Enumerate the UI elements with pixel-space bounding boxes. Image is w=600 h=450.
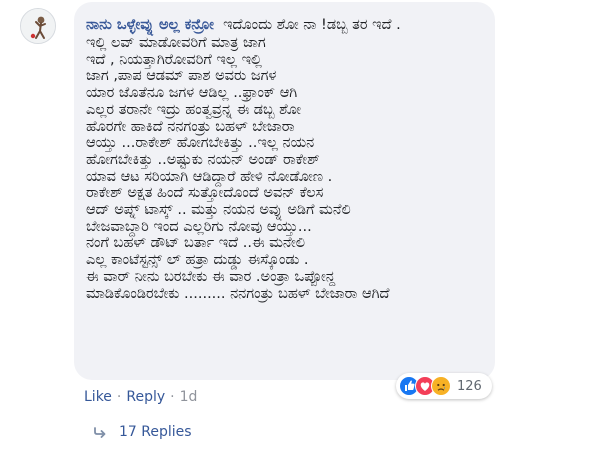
- reply-arrow-icon: [93, 426, 107, 438]
- comment-text-line: ಮಾಡಿಕೊಂಡಿರಬೇಕು ......... ನನಗಂತ್ರು ಬಹಳ್ ಬ…: [86, 285, 390, 302]
- comment-text-line: ಎಲ್ಲ ಕಾಂಟೆಸ್ಟನ್ಸ್ ಲ್ ಹತ್ರಾ ದುಡ್ಡು ಈಸ್ಕೊಂ…: [86, 252, 309, 269]
- comment-first-line: ನಾನು ಒಳ್ಳೇವ್ನು ಅಲ್ಲ ಕನ್ರೋ ಇದೊಂದು ಶೋ ನಾ !…: [86, 14, 487, 35]
- comment-bubble: ನಾನು ಒಳ್ಳೇವ್ನು ಅಲ್ಲ ಕನ್ರೋ ಇದೊಂದು ಶೋ ನಾ !…: [74, 2, 495, 380]
- comment-text-line: ಯಾರ ಜೊತೆನೂ ಜಗಳ ಆಡಿಲ್ಲ ..ಫ್ರಾಂಕ್ ಆಗಿ: [86, 85, 298, 102]
- separator-dot: ·: [116, 389, 122, 405]
- comment-text-line: ಜಾಗ ,ಪಾಪ ಆಡಮ್ ಪಾಶ ಅವರು ಜಗಳ: [86, 68, 277, 85]
- reply-link[interactable]: Reply: [126, 389, 165, 405]
- comment-actions: Like · Reply · 1d: [84, 389, 197, 405]
- comment-text-line: ನಂಗೆ ಬಹಳ್ ಡೌಟ್ ಬರ್ತಾ ಇದೆ ..ಈ ಮನೇಲಿ: [86, 235, 305, 252]
- view-replies-link[interactable]: 17 Replies: [93, 424, 192, 440]
- comment-text-line: ಎಲ್ಲರ ತರಾನೇ ಇದ್ರು ಹಂತ್ವವ್ರನ್ನ ಈ ಡಬ್ಬ ಶೋ: [86, 101, 302, 118]
- comment-text-line: ಇದೊಂದು ಶೋ ನಾ !ಡಬ್ಬ ತರ ಇದೆ .: [223, 17, 401, 33]
- comment-text-line: ರಾಕೇಶ್ ಅಕ್ಷತ ಹಿಂದೆ ಸುತ್ತೋದೊಂದೆ ಅವನ್ ಕೆಲಸ: [86, 185, 324, 202]
- separator-dot: ·: [170, 389, 175, 405]
- comment-text-line: ಇದೆ , ನಿಯತ್ತಾಗಿರೋವರಿಗೆ ಇಲ್ಲ ಇಲ್ಲಿ: [86, 51, 262, 68]
- comment-text-line: ಬೇಜವಾಬ್ದಾರಿ ಇಂದ ಎಲ್ಲರಿಗು ನೋವು ಆಯ್ತು...: [86, 218, 312, 235]
- comment-text-line: ಹೋಗಬೇಕಿತ್ತು ..ಅಷ್ಟುಕು ನಯನ್ ಅಂಡ್ ರಾಕೇಶ್: [86, 151, 320, 168]
- reactions-summary[interactable]: 126: [396, 373, 492, 399]
- avatar-image: [21, 9, 55, 43]
- replies-count-label[interactable]: 17 Replies: [119, 424, 192, 440]
- comment-text-line: ಯಾವ ಆಟ ಸರಿಯಾಗಿ ಆಡಿದ್ದಾರೆ ಹೇಳಿ ನೋಡೋಣ .: [86, 168, 333, 185]
- reaction-count: 126: [457, 378, 482, 394]
- comment-text-line: ಈ ವಾರ್ ನೀನು ಬರಬೇಕು ಈ ವಾರ .ಅಂತ್ರಾ ಒಪ್ಪೋನ್…: [86, 268, 336, 285]
- comment-text-line: ಹೊರಗೇ ಹಾಕಿದೆ ನನಗಂತ್ರು ಬಹಳ್ ಬೇಜಾರಾ: [86, 118, 295, 135]
- sad-icon: [431, 376, 451, 396]
- comment-text-line: ಇಲ್ಲಿ ಲವ್ ಮಾಡೋವರಿಗೆ ಮಾತ್ರ ಜಾಗ: [86, 35, 266, 51]
- comment-timestamp[interactable]: 1d: [180, 389, 198, 405]
- comment-text-line: ಆಯ್ತು ...ರಾಕೇಶ್ ಹೋಗಬೇಕಿತ್ತು ..ಇಲ್ಲ ನಯನ: [86, 135, 315, 152]
- avatar[interactable]: [20, 8, 56, 44]
- comment-text-line: ಆದ್ ಅಪ್ನ್ ಟಾಸ್ಕ್ .. ಮತ್ತು ನಯನ ಅವ್ನು ಅಡಿಗ…: [86, 202, 351, 219]
- like-link[interactable]: Like: [84, 389, 112, 405]
- comment-author[interactable]: ನಾನು ಒಳ್ಳೇವ್ನು ಅಲ್ಲ ಕನ್ರೋ: [86, 17, 214, 33]
